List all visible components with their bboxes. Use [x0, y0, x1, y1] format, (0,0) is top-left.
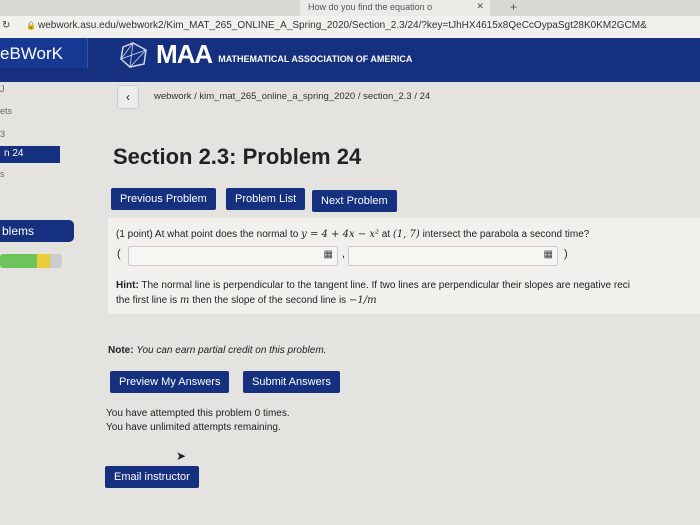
webwork-brand[interactable]: eBWorK: [0, 38, 88, 68]
sidebar-problems-header[interactable]: blems: [0, 220, 74, 242]
sidebar-item-homework-sets[interactable]: ets: [0, 106, 12, 116]
maa-abbrev: MAA: [156, 39, 213, 69]
submit-answers-button[interactable]: Submit Answers: [243, 371, 340, 393]
hint-text: Hint: The normal line is perpendicular t…: [116, 280, 630, 306]
progress-partial: [37, 254, 50, 268]
close-tab-icon[interactable]: ✕: [476, 1, 484, 12]
email-instructor-button[interactable]: Email instructor: [105, 466, 199, 488]
mouse-cursor-icon: ➤: [176, 449, 187, 463]
maa-logo: MAA MATHEMATICAL ASSOCIATION OF AMERICA: [118, 40, 412, 68]
problem-list-button[interactable]: Problem List: [226, 188, 306, 210]
answer-y-input[interactable]: ▦: [348, 246, 558, 266]
top-navbar: eBWorK MAA MATHEMATICAL ASSOCIATION OF A…: [0, 38, 700, 82]
progress-bar: [0, 254, 62, 268]
back-button[interactable]: ‹: [117, 85, 139, 109]
maa-icosahedron-icon: [119, 42, 147, 68]
previous-problem-button[interactable]: Previous Problem: [111, 188, 216, 210]
preview-answers-button[interactable]: Preview My Answers: [110, 371, 230, 393]
equation-editor-icon[interactable]: ▦: [324, 249, 333, 260]
answer-x-input[interactable]: ▦: [128, 246, 338, 266]
sidebar-item-section[interactable]: 3: [0, 129, 5, 139]
sidebar-item[interactable]: J: [0, 84, 5, 94]
tab-title: How do you find the equation o: [308, 2, 433, 12]
new-tab-icon[interactable]: +: [510, 0, 517, 14]
browser-tab-bar: How do you find the equation o ✕ +: [0, 0, 700, 16]
reload-icon[interactable]: ↻: [2, 20, 10, 31]
sidebar-item-problem-24[interactable]: n 24: [0, 146, 60, 163]
sidebar: J ets 3 n 24 s blems: [0, 82, 74, 525]
breadcrumb-bar: ‹ webwork / kim_mat_265_online_a_spring_…: [112, 82, 700, 112]
page-title: Section 2.3: Problem 24: [113, 144, 362, 169]
maa-name: MATHEMATICAL ASSOCIATION OF AMERICA: [218, 54, 413, 64]
attempts-info: You have attempted this problem 0 times.…: [106, 408, 290, 433]
next-problem-button[interactable]: Next Problem: [312, 190, 397, 212]
url-text: webwork.asu.edu/webwork2/Kim_MAT_265_ONL…: [38, 20, 647, 31]
problem-box: (1 point) At what point does the normal …: [108, 218, 700, 314]
address-bar[interactable]: ↻ 🔒 webwork.asu.edu/webwork2/Kim_MAT_265…: [0, 16, 700, 38]
breadcrumb[interactable]: webwork / kim_mat_265_online_a_spring_20…: [154, 91, 430, 102]
progress-correct: [0, 254, 38, 268]
comma: ,: [342, 248, 346, 260]
close-paren: ): [564, 248, 568, 260]
partial-credit-note: Note: You can earn partial credit on thi…: [108, 345, 327, 356]
equation-editor-icon[interactable]: ▦: [544, 249, 553, 260]
open-paren: (: [117, 248, 121, 260]
lock-icon: 🔒: [26, 21, 36, 30]
sidebar-item[interactable]: s: [0, 169, 5, 179]
problem-statement: (1 point) At what point does the normal …: [116, 229, 590, 240]
browser-tab[interactable]: How do you find the equation o ✕: [300, 0, 490, 16]
